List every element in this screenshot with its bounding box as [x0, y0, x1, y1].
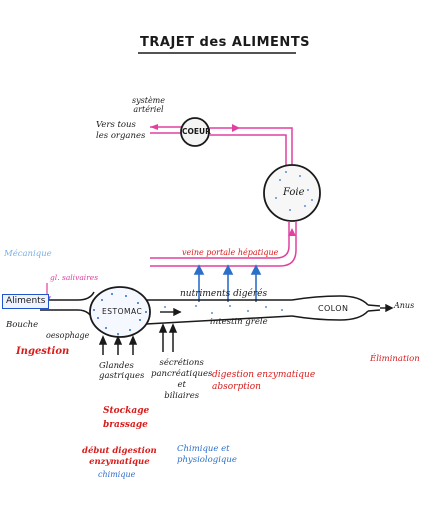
- label-salivary-glands: gl. salivaires: [50, 273, 99, 282]
- intestine-dots: [164, 305, 283, 314]
- label-elimination: Élimination: [370, 354, 420, 364]
- label-colon: COLON: [318, 304, 349, 313]
- label-enzymatic-digestion: digestion enzymatique absorption: [212, 370, 316, 393]
- pancreatic-arrows: [158, 323, 178, 352]
- label-heart: COEUR: [182, 127, 211, 136]
- label-stomach: ESTOMAC: [102, 307, 143, 316]
- label-start-digestion: début digestion enzymatique: [82, 446, 157, 467]
- label-arterial-system: système artériel: [132, 96, 165, 115]
- hepatic-vessel: [209, 124, 293, 165]
- label-anus: Anus: [394, 301, 415, 310]
- label-mechanical: Mécanique: [4, 249, 52, 259]
- portal-vein: [150, 221, 297, 267]
- label-ingestion: Ingestion: [16, 346, 70, 357]
- label-liver: Foie: [283, 187, 305, 198]
- label-chemical-physio: Chimique et physiologique: [177, 444, 237, 466]
- label-pancreatic-secretions: sécrétions pancréatiques et biliaires: [151, 358, 213, 402]
- label-small-intestine: intestin grêle: [210, 317, 268, 327]
- label-to-organs: Vers tous les organes: [96, 120, 146, 142]
- label-chemical-small: chimique: [98, 470, 136, 479]
- flow-arrows: [160, 303, 394, 317]
- label-portal-vein: veine portale hépatique: [182, 248, 279, 257]
- diagram-title: TRAJET des ALIMENTS: [140, 35, 311, 50]
- arterial-vessel: [150, 124, 181, 134]
- label-nutrients: nutriments digérés: [180, 289, 268, 299]
- label-gastric-glands: Glandes gastriques: [99, 361, 145, 382]
- gastric-arrows: [98, 335, 138, 355]
- label-esophagus: oesophage: [46, 331, 90, 340]
- label-food: Aliments: [2, 294, 50, 309]
- label-storage: Stockage brassage: [103, 406, 150, 431]
- label-mouth: Bouche: [6, 320, 39, 330]
